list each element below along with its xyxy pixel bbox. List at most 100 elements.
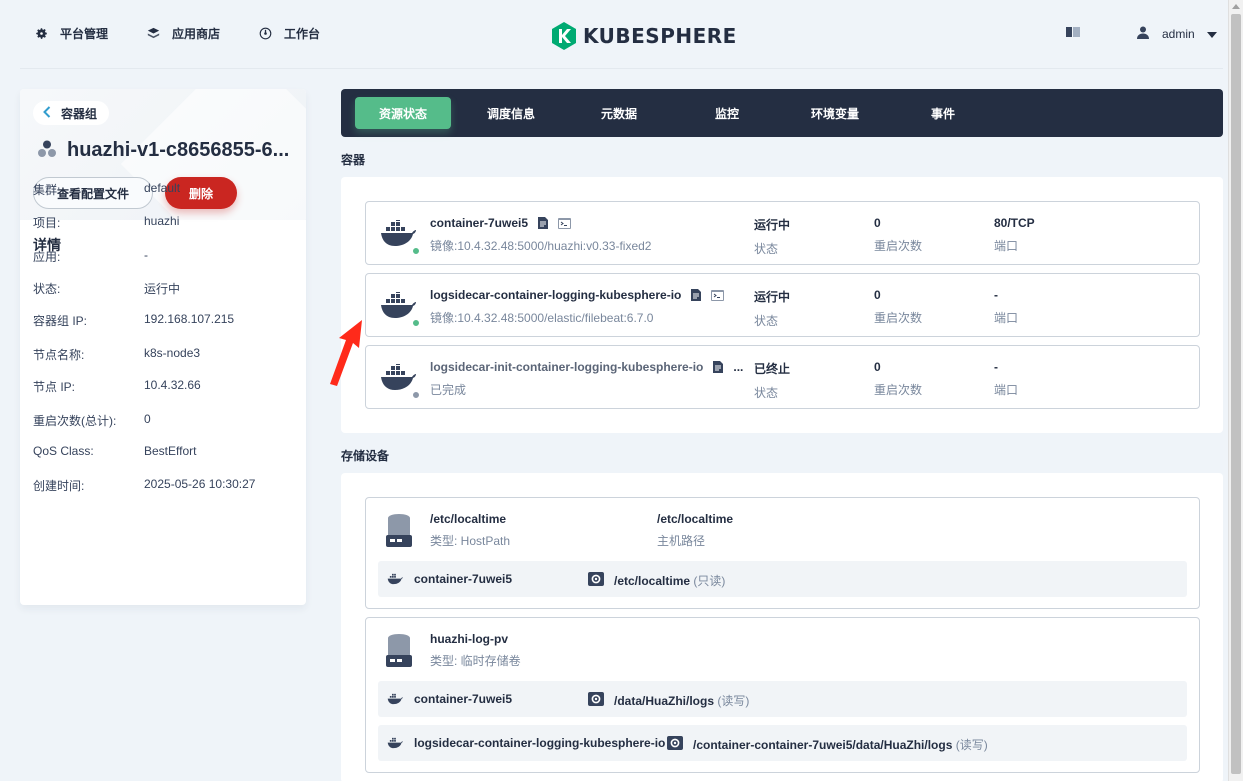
book-icon [1066,26,1080,41]
docs-button[interactable] [1066,26,1080,41]
status-value: 已终止 [754,362,791,376]
detail-value: 0 [144,412,151,426]
mount-mode: (读写) [955,738,988,752]
restarts-label: 重启次数 [874,239,923,253]
restarts-label: 重启次数 [874,383,923,397]
pod-header: 容器组 huazhi-v1-c8656855-6... 查看配置文件 删除 [20,89,306,285]
nav-platform-management[interactable]: 平台管理 [34,25,108,42]
detail-value: huazhi [144,214,180,228]
nav-appstore-label: 应用商店 [172,27,221,41]
tab-resource-status[interactable]: 资源状态 [355,97,451,129]
tab-events[interactable]: 事件 [895,97,991,129]
pod-details-card: 容器组 huazhi-v1-c8656855-6... 查看配置文件 删除 详情… [20,89,306,605]
terminal-icon[interactable] [558,217,572,229]
back-to-pods-button[interactable]: 容器组 [33,101,110,125]
mount-gear-icon [588,572,604,589]
tab-metadata[interactable]: 元数据 [571,97,667,129]
mount-path: /etc/localtime (只读) [614,572,725,589]
file-icon[interactable] [691,289,702,301]
tab-bar: 资源状态 调度信息 元数据 监控 环境变量 事件 [341,89,1223,137]
file-icon[interactable] [713,361,724,373]
detail-key: 集群: [33,183,61,197]
docker-icon [387,737,403,752]
detail-row: 重启次数(总计): 0 [33,412,151,429]
volume-item[interactable]: huazhi-log-pv 类型: 临时存储卷 container-7uwei5… [365,617,1200,773]
ports-value: - [994,360,998,374]
chevron-left-icon [43,105,51,121]
layers-icon [146,27,160,41]
user-icon [1137,26,1149,42]
tab-scheduling-info[interactable]: 调度信息 [463,97,559,129]
status-value: 运行中 [754,218,791,232]
nav-app-store[interactable]: 应用商店 [146,25,220,42]
volume-mount-row: container-7uwei5 /etc/localtime (只读) [378,561,1187,597]
mount-path-text: /data/HuaZhi/logs [614,694,715,708]
scroll-up-arrow[interactable] [1232,4,1240,9]
mount-path-text: /container-container-7uwei5/data/HuaZhi/… [693,738,953,752]
mount-mode: (读写) [717,694,750,708]
pod-group-icon [37,139,57,162]
top-navigation: 平台管理 应用商店 工作台 KUBESPHERE admin [0,0,1228,68]
scroll-thumb[interactable] [1231,14,1241,774]
mount-container-name: container-7uwei5 [414,572,513,586]
mount-gear-icon [667,736,683,753]
username: admin [1162,27,1195,41]
volume-name: huazhi-log-pv [430,632,508,646]
detail-row: 创建时间: 2025-05-26 10:30:27 [33,477,255,494]
pod-name: huazhi-v1-c8656855-6... [67,139,290,161]
nav-platform-label: 平台管理 [60,27,109,41]
volume-item[interactable]: /etc/localtime 类型: HostPath /etc/localti… [365,497,1200,609]
detail-value: 10.4.32.66 [144,378,201,392]
volume-host-path-label: 主机路径 [657,534,706,548]
restarts-value: 0 [874,288,881,302]
ports-label: 端口 [994,239,1019,253]
restarts-value: 0 [874,360,881,374]
container-restarts: 0 重启次数 [874,360,922,398]
dashboard-icon [258,27,272,41]
tab-env-variables[interactable]: 环境变量 [787,97,883,129]
container-status: 已终止 状态 [754,360,790,401]
file-icon[interactable] [538,217,549,229]
detail-row: 项目: huazhi [33,214,179,231]
container-item[interactable]: logsidecar-container-logging-kubesphere-… [365,273,1200,337]
pod-title: huazhi-v1-c8656855-6... [37,139,289,162]
containers-section-title: 容器 [341,153,366,167]
detail-value: 2025-05-26 10:30:27 [144,477,256,491]
top-divider [20,68,1223,69]
container-item[interactable]: container-7uwei5 镜像:10.4.32.48:5000/huazh… [365,201,1200,265]
detail-key: 状态: [33,282,61,296]
more-icon[interactable]: ... [733,360,743,374]
volume-host-path: /etc/localtime [657,512,734,526]
back-label: 容器组 [61,106,98,121]
detail-row: 状态: 运行中 [33,280,180,297]
terminal-icon[interactable] [711,289,725,301]
status-dot [412,247,420,255]
container-name: container-7uwei5 [430,216,572,230]
container-restarts: 0 重启次数 [874,288,922,326]
detail-key: 应用: [33,250,61,264]
volume-mount-row: container-7uwei5 /data/HuaZhi/logs (读写) [378,681,1187,717]
mount-container-name: logsidecar-container-logging-kubesphere-… [414,736,666,750]
gear-icon [34,27,48,41]
tab-monitoring[interactable]: 监控 [679,97,775,129]
status-value: 运行中 [754,290,791,304]
kubesphere-logo[interactable]: KUBESPHERE [551,22,737,50]
detail-value: 运行中 [144,282,181,296]
container-name-text: logsidecar-container-logging-kubesphere-… [430,288,682,302]
container-ports: - 端口 [994,288,1018,326]
detail-value: - [144,248,148,262]
volume-name: /etc/localtime [430,512,507,526]
page-scrollbar[interactable] [1228,0,1243,781]
chevron-down-icon [1206,27,1217,41]
detail-key: 节点名称: [33,348,85,362]
mount-path: /container-container-7uwei5/data/HuaZhi/… [693,736,988,753]
docker-icon [387,573,403,588]
user-menu[interactable]: admin [1137,26,1217,42]
volume-type: 类型: HostPath [430,534,511,548]
logo-text: KUBESPHERE [583,24,737,48]
mount-container-name: container-7uwei5 [414,692,513,706]
mount-path: /data/HuaZhi/logs (读写) [614,692,749,709]
container-status: 运行中 状态 [754,288,790,329]
nav-workbench[interactable]: 工作台 [258,25,320,42]
container-item[interactable]: logsidecar-init-container-logging-kubesp… [365,345,1200,409]
